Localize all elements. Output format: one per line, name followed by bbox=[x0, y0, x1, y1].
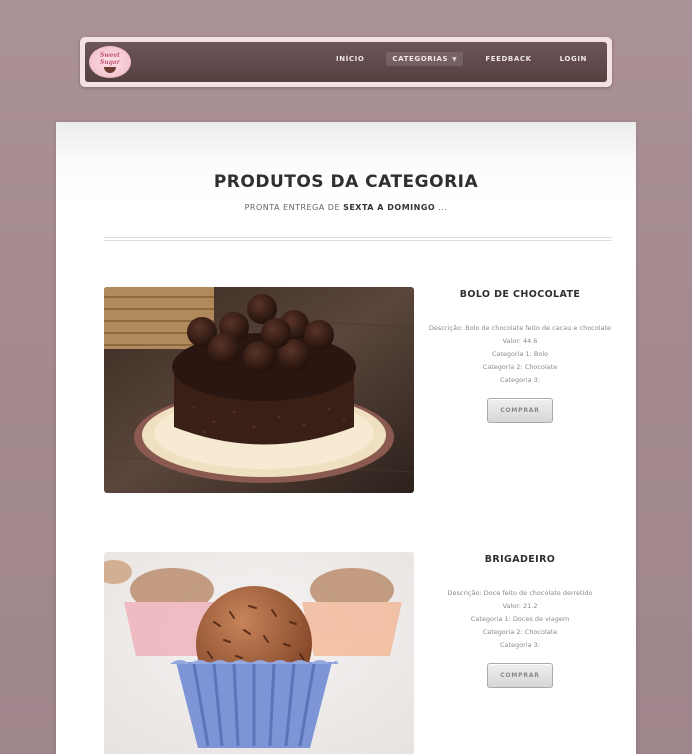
product-details: Descrição: Bolo de chocolate feito de ca… bbox=[422, 322, 618, 387]
menu-item-login[interactable]: LOGIN bbox=[554, 52, 593, 66]
menu-item-label: INÍCIO bbox=[336, 55, 365, 63]
product-category-2: Categoria 2: Chocolate bbox=[482, 363, 558, 371]
menu-item-inicio[interactable]: INÍCIO bbox=[330, 52, 370, 66]
product-category-2: Categoria 2: Chocolate bbox=[482, 628, 558, 636]
product-category-1: Categoria 1: Bolo bbox=[491, 350, 549, 358]
divider bbox=[104, 237, 612, 241]
main-content: PRODUTOS DA CATEGORIA PRONTA ENTREGA DE … bbox=[56, 122, 636, 754]
menu-item-feedback[interactable]: FEEDBACK bbox=[479, 52, 537, 66]
product-image-chocolate-cake[interactable] bbox=[104, 287, 414, 493]
product-info: BRIGADEIRO Descrição: Doce feito de choc… bbox=[422, 552, 618, 688]
product-category-3: Categoria 3: bbox=[499, 641, 541, 649]
product-category-1: Categoria 1: Doces de viagem bbox=[470, 615, 570, 623]
product-description: Descrição: Bolo de chocolate feito de ca… bbox=[428, 324, 612, 332]
product-details: Descrição: Doce feito de chocolate derre… bbox=[422, 587, 618, 652]
subtitle-suffix: ... bbox=[438, 203, 448, 212]
product-card: BRIGADEIRO Descrição: Doce feito de choc… bbox=[104, 552, 612, 754]
menu-item-categorias[interactable]: CATEGORIAS ▼ bbox=[386, 52, 464, 66]
navbar: Sweet Sugar INÍCIO CATEGORIAS ▼ FEEDBACK… bbox=[80, 37, 612, 87]
buy-button[interactable]: COMPRAR bbox=[487, 663, 553, 688]
menu-item-label: FEEDBACK bbox=[485, 55, 532, 63]
logo-text-top: Sweet bbox=[100, 51, 120, 59]
page-subtitle: PRONTA ENTREGA DE SEXTA A DOMINGO ... bbox=[56, 203, 636, 212]
product-image-brigadeiro[interactable] bbox=[104, 552, 414, 754]
navbar-inner: Sweet Sugar INÍCIO CATEGORIAS ▼ FEEDBACK… bbox=[85, 42, 607, 82]
product-name: BOLO DE CHOCOLATE bbox=[459, 289, 581, 300]
subtitle-days: SEXTA A DOMINGO bbox=[343, 203, 436, 212]
logo-text-bottom: Sugar bbox=[100, 58, 120, 66]
buy-button[interactable]: COMPRAR bbox=[487, 398, 553, 423]
subtitle-prefix: PRONTA ENTREGA DE bbox=[244, 203, 341, 212]
page-title: PRODUTOS DA CATEGORIA bbox=[213, 172, 479, 192]
product-value: Valor: 21.2 bbox=[502, 602, 538, 610]
product-value: Valor: 44.6 bbox=[502, 337, 538, 345]
menu-item-label: CATEGORIAS bbox=[392, 55, 449, 63]
site-logo[interactable]: Sweet Sugar bbox=[89, 46, 131, 78]
chevron-down-icon: ▼ bbox=[452, 55, 458, 63]
product-card: BOLO DE CHOCOLATE Descrição: Bolo de cho… bbox=[104, 287, 612, 497]
product-category-3: Categoria 3: bbox=[499, 376, 541, 384]
main-menu: INÍCIO CATEGORIAS ▼ FEEDBACK LOGIN bbox=[330, 52, 593, 66]
product-info: BOLO DE CHOCOLATE Descrição: Bolo de cho… bbox=[422, 287, 618, 423]
cupcake-icon bbox=[104, 66, 116, 73]
product-description: Descrição: Doce feito de chocolate derre… bbox=[447, 589, 593, 597]
menu-item-label: LOGIN bbox=[559, 55, 587, 63]
product-name: BRIGADEIRO bbox=[484, 554, 556, 565]
